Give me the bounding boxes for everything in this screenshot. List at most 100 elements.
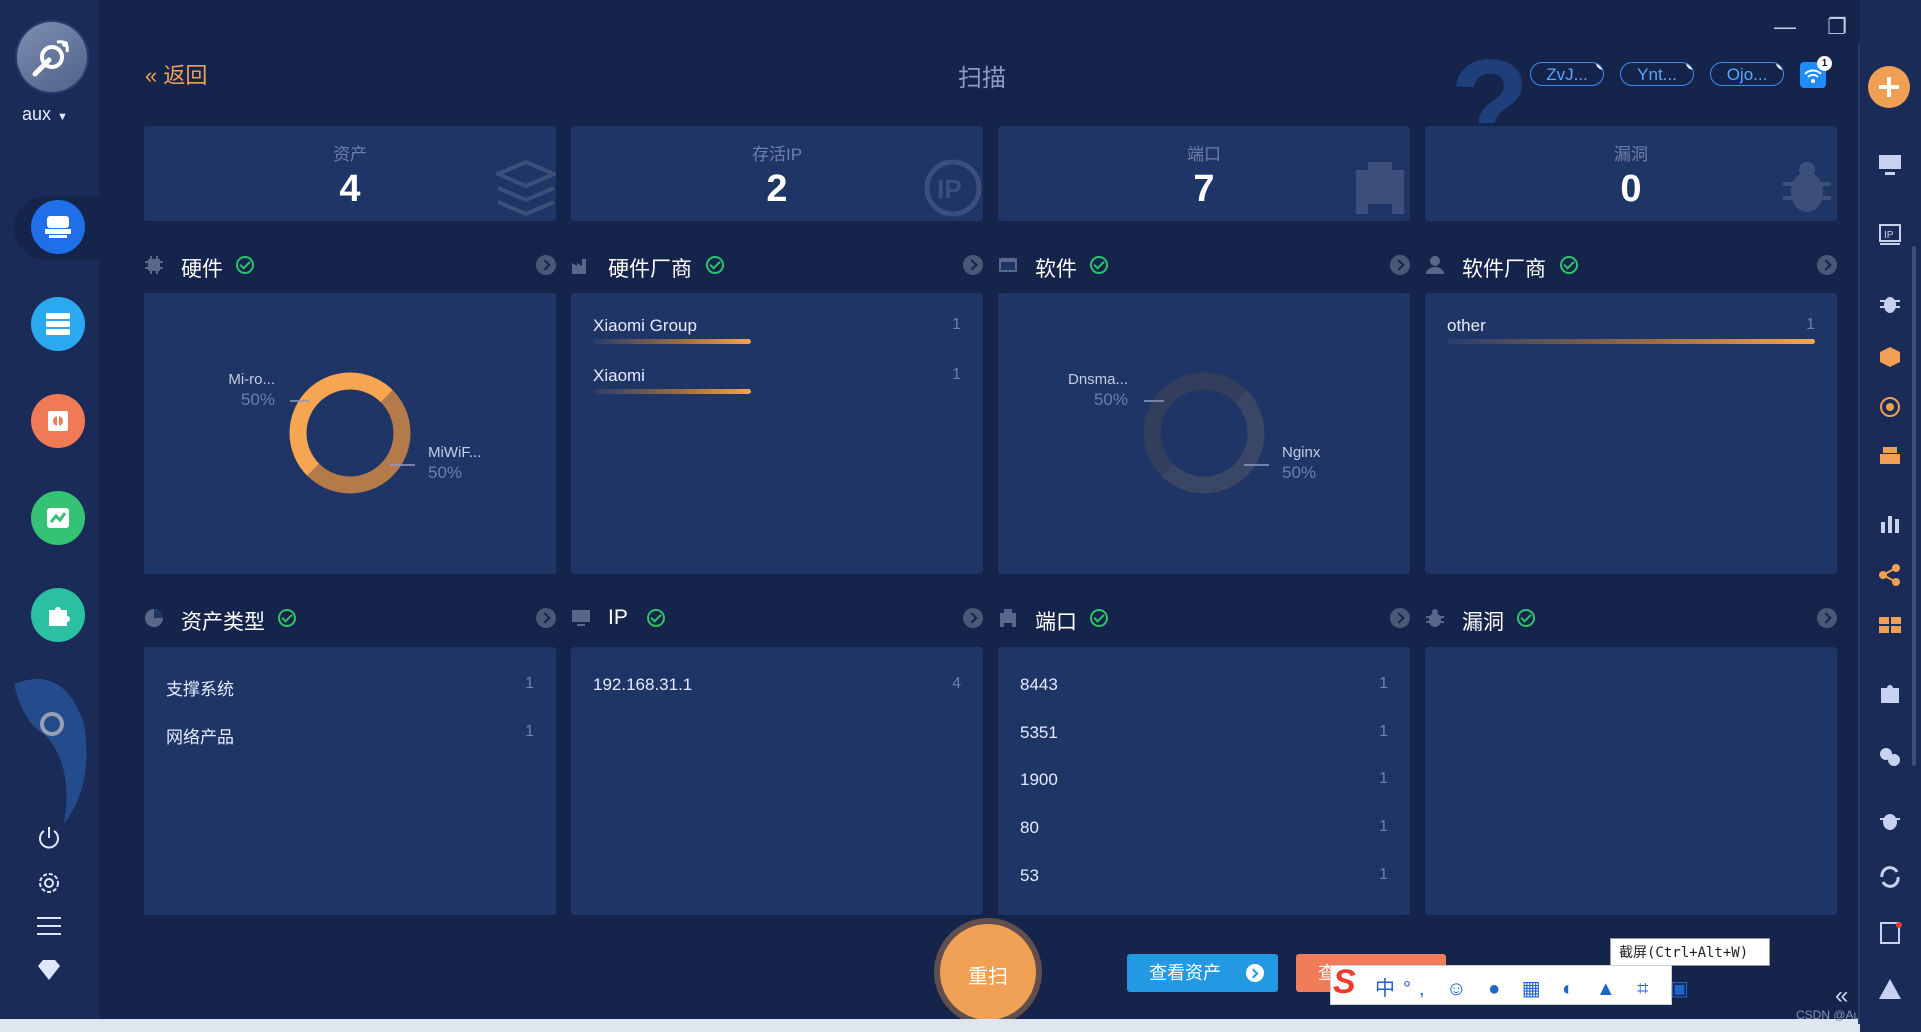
collapse-double-left-icon[interactable]: «: [1835, 982, 1848, 1010]
chevron-right-icon[interactable]: [1390, 608, 1410, 628]
vendor-count: 1: [952, 316, 961, 333]
warning-icon[interactable]: [1878, 978, 1902, 1000]
chevron-right-icon[interactable]: [536, 608, 556, 628]
device-pill-2[interactable]: Ynt... 1: [1620, 62, 1694, 86]
chevron-right-icon[interactable]: [1390, 255, 1410, 275]
list-item[interactable]: 80 1: [1020, 818, 1388, 842]
slice-percent: 50%: [1282, 463, 1317, 482]
refresh-icon[interactable]: [1878, 866, 1902, 888]
vendor-row[interactable]: other 1: [1447, 316, 1815, 356]
grid-icon[interactable]: [1878, 614, 1902, 636]
monitor-icon[interactable]: [1878, 154, 1902, 176]
chevron-right-icon[interactable]: [1817, 608, 1837, 628]
ime-lang[interactable]: 中: [1375, 978, 1403, 1000]
vendor-row[interactable]: Xiaomi 1: [593, 366, 961, 406]
user-menu[interactable]: aux ▼: [22, 104, 68, 125]
vendor-row[interactable]: Xiaomi Group 1: [593, 316, 961, 356]
box-icon[interactable]: [1878, 346, 1902, 368]
panel-hardware-vendor: Xiaomi Group 1 Xiaomi 1: [571, 293, 983, 574]
nav-scan-button[interactable]: [31, 200, 85, 254]
list-item[interactable]: 5351 1: [1020, 723, 1388, 747]
chevron-right-icon[interactable]: [1817, 255, 1837, 275]
restore-icon[interactable]: ❐: [1822, 12, 1852, 42]
list-item[interactable]: 8443 1: [1020, 675, 1388, 699]
svg-text:IP: IP: [1884, 230, 1894, 241]
puzzle-icon[interactable]: [1878, 682, 1902, 704]
vendor-count: 1: [1806, 316, 1815, 333]
donut-slice-0[interactable]: [307, 390, 411, 494]
item-count: 1: [525, 675, 534, 692]
section-title: IP: [608, 606, 628, 629]
ethernet-port-icon: [1000, 609, 1016, 627]
section-title: 硬件厂商: [608, 258, 692, 281]
stat-value: 7: [1193, 168, 1215, 210]
page-title: 扫描: [958, 65, 1006, 92]
code-window-icon: [999, 258, 1017, 272]
chevron-right-icon[interactable]: [963, 608, 983, 628]
check-circle-icon: [1560, 256, 1578, 274]
gear-icon[interactable]: [34, 868, 64, 898]
item-name: 网络产品: [166, 728, 234, 747]
panel-hardware: Mi-ro... 50% MiWiF... 50%: [144, 293, 556, 574]
chevron-right-icon[interactable]: [536, 255, 556, 275]
bar-chart-icon[interactable]: [1878, 512, 1902, 534]
bug-icon: [1426, 609, 1444, 627]
item-name: 1900: [1020, 770, 1058, 789]
stat-card-live-ip: 存活IP 2 IP: [571, 126, 983, 221]
donut-slice-1[interactable]: [1143, 372, 1247, 476]
donut-slice-1[interactable]: [289, 372, 393, 476]
slice-percent: 50%: [428, 463, 463, 482]
nav-vuln-button[interactable]: [31, 394, 85, 448]
printer-icon[interactable]: [1878, 446, 1902, 468]
item-name: 支撑系统: [166, 680, 234, 699]
bug-icon[interactable]: [1878, 292, 1902, 314]
section-title: 资产类型: [181, 611, 265, 634]
ime-toolbar[interactable]: S 中°, ☺ ● ▦ ◐ ▲ ⌗ ▣: [1330, 963, 1689, 1005]
list-item[interactable]: 1900 1: [1020, 770, 1388, 794]
log-icon[interactable]: [1878, 922, 1902, 944]
ime-items: 中°, ☺ ● ▦ ◐ ▲ ⌗ ▣: [1375, 978, 1697, 1000]
check-circle-icon: [1517, 609, 1535, 627]
check-circle-icon: [278, 609, 296, 627]
slice-percent: 50%: [1093, 390, 1128, 409]
view-assets-button[interactable]: 查看资产: [1127, 954, 1278, 992]
list-item[interactable]: 53 1: [1020, 866, 1388, 890]
minimize-icon[interactable]: —: [1770, 12, 1800, 42]
vendor-bar: [593, 389, 752, 394]
nav-monitor-button[interactable]: [31, 491, 85, 545]
scrollbar-thumb[interactable]: [1912, 246, 1916, 766]
wifi-button[interactable]: 1: [1800, 56, 1832, 88]
bug-settings-icon[interactable]: [1878, 810, 1902, 832]
nav-plugins-button[interactable]: [31, 588, 85, 642]
item-count: 1: [1379, 866, 1388, 883]
slice-name: Dnsma...: [1067, 371, 1128, 388]
cluster-icon[interactable]: [1878, 746, 1902, 768]
device-badge: 1: [1686, 63, 1693, 70]
share-icon[interactable]: [1878, 564, 1902, 586]
section-header-port: 端口: [998, 603, 1410, 634]
device-pill-1[interactable]: ZvJ... 1: [1530, 62, 1604, 86]
donut-slice-0[interactable]: [1161, 390, 1265, 494]
ip-icon[interactable]: IP: [1878, 224, 1902, 246]
add-plus-button[interactable]: [1868, 66, 1910, 108]
radar-icon[interactable]: [1878, 396, 1902, 418]
device-badge: 1: [1776, 63, 1783, 70]
device-pill-3[interactable]: Ojo... 1: [1710, 62, 1784, 86]
vendor-name: other: [1447, 316, 1486, 335]
back-link[interactable]: « 返回: [145, 58, 207, 90]
list-item[interactable]: 网络产品 1: [166, 723, 534, 747]
rescan-button[interactable]: 重扫: [940, 924, 1036, 1020]
chevron-right-icon[interactable]: [963, 255, 983, 275]
list-item[interactable]: 支撑系统 1: [166, 675, 534, 699]
nav-assets-button[interactable]: [31, 297, 85, 351]
list-item[interactable]: 192.168.31.1 4: [593, 675, 961, 699]
menu-icon[interactable]: [34, 911, 64, 941]
power-icon[interactable]: [34, 823, 64, 853]
taskbar-strip: [0, 1019, 1921, 1032]
check-circle-icon: [647, 609, 665, 627]
diamond-icon[interactable]: [34, 955, 64, 985]
item-count: 1: [525, 723, 534, 740]
slice-name: Mi-ro...: [228, 371, 275, 388]
double-chevron-left-icon: «: [145, 63, 158, 88]
device-label: Ojo...: [1726, 65, 1768, 84]
